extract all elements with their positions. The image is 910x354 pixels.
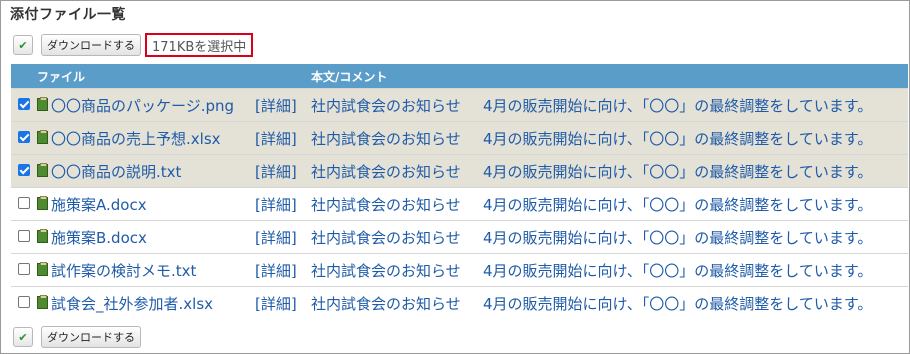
download-button-bottom[interactable]: ダウンロードする bbox=[41, 326, 141, 348]
detail-link[interactable]: [詳細] bbox=[255, 187, 311, 221]
table-row: 試食会_社外参加者.xlsx [詳細] 社内試食会のお知らせ 4月の販売開始に向け、「… bbox=[11, 286, 909, 319]
column-header-file: ファイル bbox=[11, 64, 255, 89]
file-attachment-icon bbox=[37, 129, 48, 144]
row-checkbox[interactable] bbox=[18, 197, 30, 209]
column-header-spacer bbox=[255, 64, 311, 89]
attachment-table: ファイル 本文/コメント 〇〇商品のパッケージ.png [詳細] 社内試食会のお知ら… bbox=[11, 64, 909, 319]
file-name-link[interactable]: 〇〇商品の売上予想.xlsx bbox=[51, 130, 221, 148]
file-cell: 〇〇商品のパッケージ.png bbox=[11, 88, 255, 122]
row-checkbox[interactable] bbox=[18, 131, 30, 143]
message-subject-link[interactable]: 社内試食会のお知らせ bbox=[311, 187, 483, 221]
checkmark-icon: ✔ bbox=[18, 38, 28, 52]
row-checkbox[interactable] bbox=[18, 164, 30, 176]
message-body-link[interactable]: 4月の販売開始に向け、「〇〇」の最終調整をしています。 bbox=[483, 121, 909, 155]
detail-link[interactable]: [詳細] bbox=[255, 286, 311, 319]
bottom-toolbar: ✔ ダウンロードする bbox=[13, 325, 141, 349]
message-subject-link[interactable]: 社内試食会のお知らせ bbox=[311, 88, 483, 122]
detail-link[interactable]: [詳細] bbox=[255, 253, 311, 287]
file-attachment-icon bbox=[37, 294, 48, 309]
selected-size-indicator: 171KBを選択中 bbox=[145, 33, 254, 57]
download-button[interactable]: ダウンロードする bbox=[41, 34, 141, 56]
file-name-link[interactable]: 〇〇商品の説明.txt bbox=[51, 163, 181, 181]
message-body-link[interactable]: 4月の販売開始に向け、「〇〇」の最終調整をしています。 bbox=[483, 187, 909, 221]
file-name-link[interactable]: 試食会_社外参加者.xlsx bbox=[51, 295, 213, 313]
detail-link[interactable]: [詳細] bbox=[255, 154, 311, 188]
message-body-link[interactable]: 4月の販売開始に向け、「〇〇」の最終調整をしています。 bbox=[483, 154, 909, 188]
detail-link[interactable]: [詳細] bbox=[255, 88, 311, 122]
file-attachment-icon bbox=[37, 162, 48, 177]
row-checkbox[interactable] bbox=[18, 296, 30, 308]
table-row: 施策案B.docx [詳細] 社内試食会のお知らせ 4月の販売開始に向け、「〇〇」の最… bbox=[11, 220, 909, 254]
row-checkbox[interactable] bbox=[18, 230, 30, 242]
message-subject-link[interactable]: 社内試食会のお知らせ bbox=[311, 220, 483, 254]
checkmark-icon: ✔ bbox=[18, 330, 28, 344]
file-attachment-icon bbox=[37, 228, 48, 243]
file-cell: 施策案B.docx bbox=[11, 220, 255, 254]
file-cell: 試作案の検討メモ.txt bbox=[11, 253, 255, 287]
file-name-link[interactable]: 試作案の検討メモ.txt bbox=[51, 262, 196, 280]
select-all-button[interactable]: ✔ bbox=[13, 35, 33, 55]
table-header-row: ファイル 本文/コメント bbox=[11, 64, 909, 89]
table-row: 試作案の検討メモ.txt [詳細] 社内試食会のお知らせ 4月の販売開始に向け、「〇〇… bbox=[11, 253, 909, 287]
table-row: 〇〇商品の売上予想.xlsx [詳細] 社内試食会のお知らせ 4月の販売開始に向け、「… bbox=[11, 121, 909, 155]
file-attachment-icon bbox=[37, 261, 48, 276]
file-name-link[interactable]: 〇〇商品のパッケージ.png bbox=[51, 97, 234, 115]
page-title: 添付ファイル一覧 bbox=[10, 7, 126, 23]
table-row: 〇〇商品の説明.txt [詳細] 社内試食会のお知らせ 4月の販売開始に向け、「〇〇」… bbox=[11, 154, 909, 188]
detail-link[interactable]: [詳細] bbox=[255, 220, 311, 254]
file-cell: 試食会_社外参加者.xlsx bbox=[11, 286, 255, 319]
top-toolbar: ✔ ダウンロードする 171KBを選択中 bbox=[13, 33, 254, 57]
file-name-link[interactable]: 施策案B.docx bbox=[51, 229, 147, 247]
message-subject-link[interactable]: 社内試食会のお知らせ bbox=[311, 121, 483, 155]
file-name-link[interactable]: 施策案A.docx bbox=[51, 196, 147, 214]
detail-link[interactable]: [詳細] bbox=[255, 121, 311, 155]
table-row: 施策案A.docx [詳細] 社内試食会のお知らせ 4月の販売開始に向け、「〇〇」の最… bbox=[11, 187, 909, 221]
table-row: 〇〇商品のパッケージ.png [詳細] 社内試食会のお知らせ 4月の販売開始に向け、「… bbox=[11, 88, 909, 122]
select-all-button-bottom[interactable]: ✔ bbox=[13, 327, 33, 347]
message-body-link[interactable]: 4月の販売開始に向け、「〇〇」の最終調整をしています。 bbox=[483, 220, 909, 254]
file-cell: 施策案A.docx bbox=[11, 187, 255, 221]
file-cell: 〇〇商品の説明.txt bbox=[11, 154, 255, 188]
file-attachment-icon bbox=[37, 195, 48, 210]
message-subject-link[interactable]: 社内試食会のお知らせ bbox=[311, 286, 483, 319]
row-checkbox[interactable] bbox=[18, 98, 30, 110]
row-checkbox[interactable] bbox=[18, 263, 30, 275]
message-body-link[interactable]: 4月の販売開始に向け、「〇〇」の最終調整をしています。 bbox=[483, 286, 909, 319]
column-header-body: 本文/コメント bbox=[311, 64, 909, 89]
message-subject-link[interactable]: 社内試食会のお知らせ bbox=[311, 154, 483, 188]
file-attachment-icon bbox=[37, 96, 48, 111]
file-cell: 〇〇商品の売上予想.xlsx bbox=[11, 121, 255, 155]
message-body-link[interactable]: 4月の販売開始に向け、「〇〇」の最終調整をしています。 bbox=[483, 88, 909, 122]
message-body-link[interactable]: 4月の販売開始に向け、「〇〇」の最終調整をしています。 bbox=[483, 253, 909, 287]
message-subject-link[interactable]: 社内試食会のお知らせ bbox=[311, 253, 483, 287]
attachment-list-panel: 添付ファイル一覧 ✔ ダウンロードする 171KBを選択中 ファイル 本文/コメ… bbox=[0, 0, 910, 354]
